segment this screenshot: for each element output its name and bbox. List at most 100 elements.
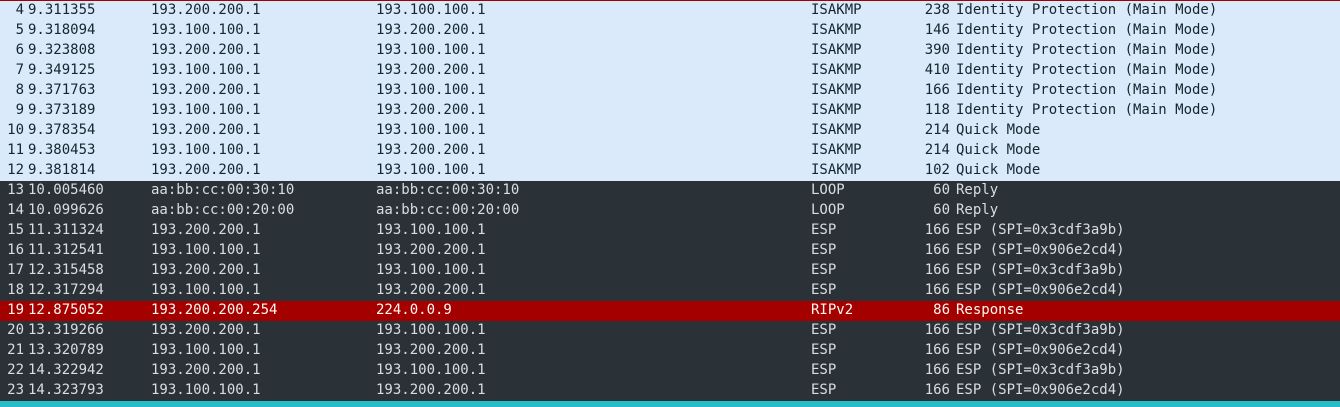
packet-row[interactable]: 5 9.318094 193.100.100.1 193.200.200.1 ISAKM… bbox=[0, 21, 1340, 41]
packet-protocol: ESP bbox=[811, 362, 837, 378]
packet-length: 166 bbox=[924, 322, 950, 338]
packet-length: 390 bbox=[924, 42, 950, 58]
packet-protocol: ISAKMP bbox=[811, 82, 862, 98]
packet-row[interactable]: 13 10.005460 aa:bb:cc:00:30:10 aa:bb:cc:00:… bbox=[0, 181, 1340, 201]
packet-source: 193.200.200.1 bbox=[151, 262, 261, 278]
packet-source: 193.100.100.1 bbox=[151, 242, 261, 258]
packet-row[interactable]: 11 9.380453 193.100.100.1 193.200.200.1 ISAK… bbox=[0, 141, 1340, 161]
partial-packet-row[interactable] bbox=[0, 401, 1340, 407]
packet-row[interactable]: 21 13.320789 193.100.100.1 193.200.200.1 ESP… bbox=[0, 341, 1340, 361]
packet-number: 10 bbox=[7, 122, 24, 138]
packet-length: 146 bbox=[924, 22, 950, 38]
packet-row[interactable]: 19 12.875052 193.200.200.254 224.0.0.9 RIPv2… bbox=[0, 301, 1340, 321]
packet-number: 17 bbox=[7, 262, 24, 278]
packet-info: Identity Protection (Main Mode) bbox=[956, 22, 1218, 38]
packet-source: 193.200.200.1 bbox=[151, 82, 261, 98]
packet-protocol: ISAKMP bbox=[811, 122, 862, 138]
packet-destination: aa:bb:cc:00:20:00 bbox=[376, 202, 520, 218]
packet-row[interactable]: 7 9.349125 193.100.100.1 193.200.200.1 ISAKM… bbox=[0, 61, 1340, 81]
packet-time: 12.317294 bbox=[28, 282, 104, 298]
packet-source: aa:bb:cc:00:20:00 bbox=[151, 202, 295, 218]
packet-row[interactable]: 12 9.381814 193.200.200.1 193.100.100.1 ISAK… bbox=[0, 161, 1340, 181]
packet-destination: 193.100.100.1 bbox=[376, 322, 486, 338]
packet-time: 9.323808 bbox=[28, 42, 96, 58]
packet-info: Response bbox=[956, 302, 1024, 318]
packet-protocol: ISAKMP bbox=[811, 102, 862, 118]
packet-protocol: ISAKMP bbox=[811, 142, 862, 158]
packet-number: 11 bbox=[7, 142, 24, 158]
packet-row[interactable]: 17 12.315458 193.200.200.1 193.100.100.1 ESP… bbox=[0, 261, 1340, 281]
packet-protocol: ESP bbox=[811, 262, 837, 278]
packet-time: 12.315458 bbox=[28, 262, 104, 278]
packet-row[interactable]: 22 14.322942 193.200.200.1 193.100.100.1 ESP… bbox=[0, 361, 1340, 381]
packet-time: 14.323793 bbox=[28, 382, 104, 398]
packet-number: 19 bbox=[7, 302, 24, 318]
packet-length: 410 bbox=[924, 62, 950, 78]
packet-number: 18 bbox=[7, 282, 24, 298]
packet-time: 9.311355 bbox=[28, 2, 96, 18]
packet-length: 166 bbox=[924, 362, 950, 378]
packet-info: ESP (SPI=0x906e2cd4) bbox=[956, 282, 1125, 298]
packet-info: Reply bbox=[956, 202, 999, 218]
packet-row[interactable]: 8 9.371763 193.200.200.1 193.100.100.1 ISAKM… bbox=[0, 81, 1340, 101]
packet-length: 214 bbox=[924, 122, 950, 138]
packet-info: ESP (SPI=0x906e2cd4) bbox=[956, 342, 1125, 358]
packet-destination: 193.200.200.1 bbox=[376, 242, 486, 258]
packet-info: Reply bbox=[956, 182, 999, 198]
packet-row[interactable]: 23 14.323793 193.100.100.1 193.200.200.1 ESP… bbox=[0, 381, 1340, 401]
packet-number: 20 bbox=[7, 322, 24, 338]
packet-info: Quick Mode bbox=[956, 122, 1041, 138]
packet-row[interactable]: 6 9.323808 193.200.200.1 193.100.100.1 ISAKM… bbox=[0, 41, 1340, 61]
packet-time: 9.380453 bbox=[28, 142, 96, 158]
packet-row[interactable]: 18 12.317294 193.100.100.1 193.200.200.1 ESP… bbox=[0, 281, 1340, 301]
packet-time: 13.319266 bbox=[28, 322, 104, 338]
packet-protocol: ISAKMP bbox=[811, 162, 862, 178]
packet-row[interactable]: 14 10.099626 aa:bb:cc:00:20:00 aa:bb:cc:00:… bbox=[0, 201, 1340, 221]
packet-info: ESP (SPI=0x3cdf3a9b) bbox=[956, 322, 1125, 338]
packet-row[interactable]: 16 11.312541 193.100.100.1 193.200.200.1 ESP… bbox=[0, 241, 1340, 261]
packet-protocol: ESP bbox=[811, 242, 837, 258]
packet-number: 23 bbox=[7, 382, 24, 398]
packet-source: 193.200.200.1 bbox=[151, 122, 261, 138]
packet-list[interactable]: 4 9.311355 193.200.200.1 193.100.100.1 ISAKM… bbox=[0, 0, 1340, 407]
packet-row[interactable]: 15 11.311324 193.200.200.1 193.100.100.1 ESP… bbox=[0, 221, 1340, 241]
packet-source: 193.200.200.1 bbox=[151, 42, 261, 58]
packet-destination: 224.0.0.9 bbox=[376, 302, 452, 318]
packet-length: 166 bbox=[924, 382, 950, 398]
packet-info: Identity Protection (Main Mode) bbox=[956, 42, 1218, 58]
packet-time: 10.099626 bbox=[28, 202, 104, 218]
packet-info: Identity Protection (Main Mode) bbox=[956, 2, 1218, 18]
packet-row[interactable]: 9 9.373189 193.100.100.1 193.200.200.1 ISAKM… bbox=[0, 101, 1340, 121]
packet-length: 118 bbox=[924, 102, 950, 118]
packet-time: 9.349125 bbox=[28, 62, 96, 78]
packet-time: 11.311324 bbox=[28, 222, 104, 238]
packet-destination: 193.200.200.1 bbox=[376, 382, 486, 398]
packet-destination: 193.200.200.1 bbox=[376, 22, 486, 38]
packet-length: 166 bbox=[924, 222, 950, 238]
packet-info: ESP (SPI=0x3cdf3a9b) bbox=[956, 362, 1125, 378]
packet-time: 11.312541 bbox=[28, 242, 104, 258]
packet-info: ESP (SPI=0x906e2cd4) bbox=[956, 382, 1125, 398]
packet-length: 166 bbox=[924, 242, 950, 258]
packet-destination: 193.100.100.1 bbox=[376, 262, 486, 278]
packet-length: 166 bbox=[924, 342, 950, 358]
packet-number: 13 bbox=[7, 182, 24, 198]
packet-number: 12 bbox=[7, 162, 24, 178]
packet-row[interactable]: 20 13.319266 193.200.200.1 193.100.100.1 ESP… bbox=[0, 321, 1340, 341]
packet-number: 15 bbox=[7, 222, 24, 238]
packet-row[interactable]: 4 9.311355 193.200.200.1 193.100.100.1 ISAKM… bbox=[0, 1, 1340, 21]
packet-destination: 193.200.200.1 bbox=[376, 342, 486, 358]
packet-length: 166 bbox=[924, 282, 950, 298]
packet-number: 7 bbox=[15, 62, 24, 78]
packet-number: 14 bbox=[7, 202, 24, 218]
packet-info: Identity Protection (Main Mode) bbox=[956, 102, 1218, 118]
packet-row[interactable]: 10 9.378354 193.200.200.1 193.100.100.1 ISAK… bbox=[0, 121, 1340, 141]
packet-protocol: ISAKMP bbox=[811, 2, 862, 18]
packet-protocol: ISAKMP bbox=[811, 62, 862, 78]
packet-destination: 193.200.200.1 bbox=[376, 62, 486, 78]
packet-info: Quick Mode bbox=[956, 162, 1041, 178]
packet-destination: 193.200.200.1 bbox=[376, 142, 486, 158]
packet-length: 166 bbox=[924, 82, 950, 98]
packet-destination: 193.100.100.1 bbox=[376, 222, 486, 238]
packet-time: 9.318094 bbox=[28, 22, 96, 38]
